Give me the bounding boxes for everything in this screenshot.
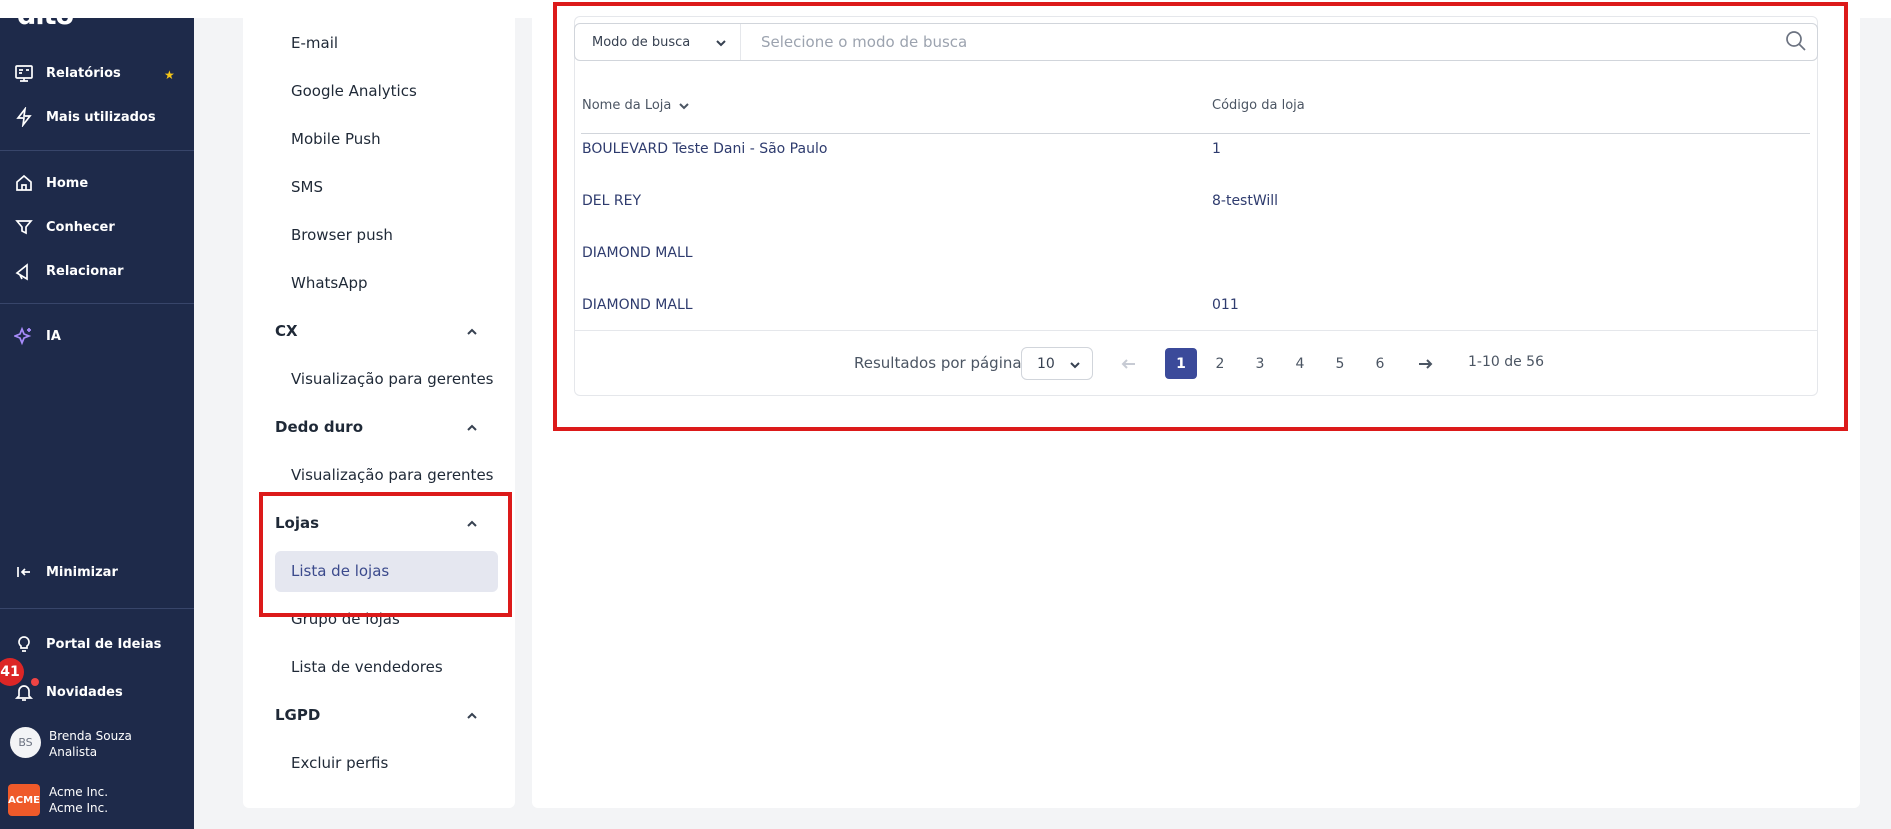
reports-icon: [15, 65, 33, 82]
highlight-box-lojas: [259, 492, 512, 617]
chevron-up-icon[interactable]: [465, 324, 479, 338]
subnav-item-lista-de-vendedores[interactable]: Lista de vendedores: [291, 658, 443, 676]
chevron-up-icon[interactable]: [465, 708, 479, 722]
chevron-up-icon[interactable]: [465, 420, 479, 434]
dito-logo[interactable]: dito: [17, 0, 74, 31]
nav-label: Novidades: [46, 684, 123, 700]
sub-navigation-panel: E-mail Google Analytics Mobile Push SMS …: [243, 0, 515, 808]
notification-dot: [31, 678, 39, 686]
subnav-item-browser-push[interactable]: Browser push: [291, 226, 393, 244]
nav-label: Relacionar: [46, 263, 124, 279]
user-avatar[interactable]: BS: [10, 727, 41, 758]
nav-relacionar[interactable]: Relacionar: [14, 261, 124, 281]
nav-label: IA: [46, 328, 61, 344]
nav-label: Mais utilizados: [46, 109, 156, 125]
subnav-group-cx[interactable]: CX: [275, 322, 298, 340]
subnav-item-sms[interactable]: SMS: [291, 178, 323, 196]
nav-label: Portal de Ideias: [46, 636, 162, 652]
company-sub: Acme Inc.: [49, 801, 109, 815]
nav-novidades[interactable]: Novidades: [14, 682, 123, 702]
nav-relatorios[interactable]: Relatórios: [14, 63, 121, 83]
nav-label: Conhecer: [46, 219, 115, 235]
user-role: Analista: [49, 745, 98, 759]
lightbulb-icon: [18, 636, 30, 652]
company-name: Acme Inc.: [49, 785, 109, 799]
nav-divider: [0, 150, 194, 151]
nav-divider: [0, 303, 194, 304]
subnav-group-lgpd[interactable]: LGPD: [275, 706, 320, 724]
company-logo[interactable]: ACME: [8, 784, 40, 816]
subnav-group-dedo-duro[interactable]: Dedo duro: [275, 418, 363, 436]
nav-label: Home: [46, 175, 89, 191]
nav-home[interactable]: Home: [14, 173, 88, 193]
nav-conhecer[interactable]: Conhecer: [14, 217, 115, 237]
collapse-icon: [17, 567, 30, 577]
subnav-item-cx-gerentes[interactable]: Visualização para gerentes: [291, 370, 494, 388]
highlight-box-table: [553, 2, 1848, 431]
lightning-icon: [16, 107, 32, 127]
sparkle-icon: [14, 326, 32, 346]
subnav-item-email[interactable]: E-mail: [291, 34, 338, 52]
nav-portal-ideias[interactable]: Portal de Ideias: [14, 634, 161, 654]
nav-label: Minimizar: [46, 564, 118, 580]
nav-divider: [0, 608, 194, 609]
filter-icon: [15, 220, 33, 235]
subnav-item-whatsapp[interactable]: WhatsApp: [291, 274, 368, 292]
favorite-star-icon: ★: [164, 68, 175, 82]
subnav-item-mobile-push[interactable]: Mobile Push: [291, 130, 381, 148]
nav-mais-utilizados[interactable]: Mais utilizados: [14, 107, 156, 127]
nav-label: Relatórios: [46, 65, 121, 81]
subnav-item-google-analytics[interactable]: Google Analytics: [291, 82, 417, 100]
subnav-item-dedo-duro-gerentes[interactable]: Visualização para gerentes: [291, 466, 494, 484]
home-icon: [16, 174, 32, 191]
subnav-item-excluir-perfis[interactable]: Excluir perfis: [291, 754, 388, 772]
megaphone-icon: [15, 263, 28, 281]
user-name: Brenda Souza: [49, 729, 132, 743]
bell-icon: [14, 685, 34, 701]
nav-ia[interactable]: IA: [14, 326, 61, 346]
main-sidebar: [0, 18, 194, 829]
nav-minimizar[interactable]: Minimizar: [14, 562, 118, 582]
